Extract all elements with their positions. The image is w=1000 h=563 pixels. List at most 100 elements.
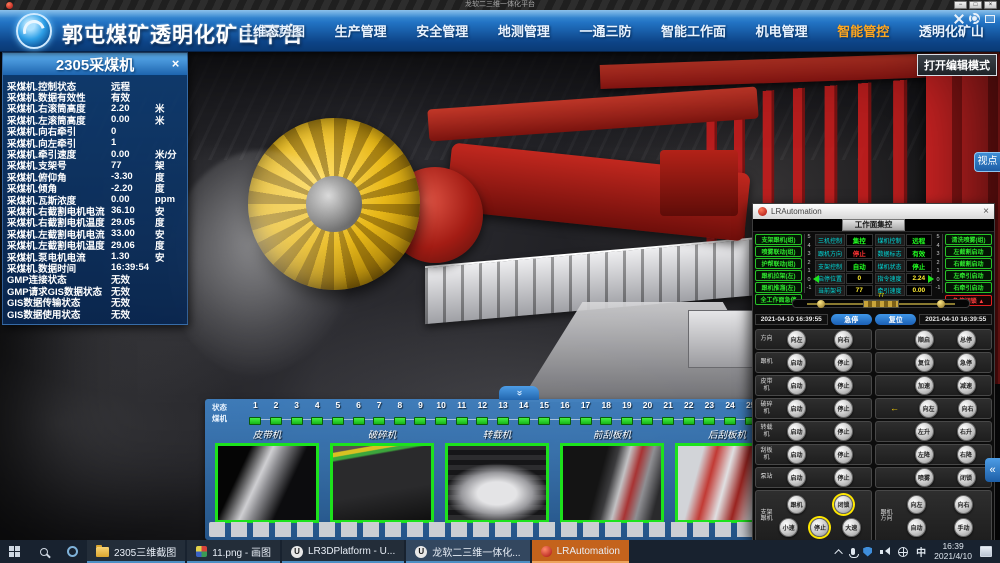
round-button[interactable]: 右升 bbox=[957, 422, 976, 441]
support-indicator[interactable]: 24 bbox=[720, 400, 741, 426]
taskbar-item-folder[interactable]: 2305三维截图 bbox=[87, 540, 185, 563]
round-button[interactable]: 停止 bbox=[834, 445, 853, 464]
taskbar-item-paint[interactable]: 11.png - 画图 bbox=[187, 540, 280, 563]
round-button[interactable]: 停止 bbox=[834, 468, 853, 487]
command-button[interactable]: 跟机拉架(左) bbox=[755, 270, 802, 281]
support-indicator[interactable]: 23 bbox=[699, 400, 720, 426]
menu-item[interactable]: 安全管理 bbox=[416, 21, 468, 40]
panel-close-icon[interactable]: × bbox=[168, 56, 183, 72]
support-indicator[interactable]: 18 bbox=[596, 400, 617, 426]
round-button[interactable]: 停止 bbox=[834, 422, 853, 441]
support-indicator[interactable]: 8 bbox=[389, 400, 410, 426]
restore-window-icon[interactable] bbox=[985, 15, 995, 23]
support-indicator[interactable]: 13 bbox=[493, 400, 514, 426]
ime-indicator[interactable]: 中 bbox=[916, 544, 926, 559]
support-indicator[interactable]: 1 bbox=[245, 400, 266, 426]
tray-expand-icon[interactable] bbox=[835, 549, 843, 557]
round-button-selected[interactable]: 闭锁 bbox=[834, 495, 853, 514]
command-button[interactable]: 清洗喷雾(组) bbox=[945, 234, 992, 245]
menu-item[interactable]: 智能管控 bbox=[837, 21, 889, 40]
menu-item[interactable]: 一通三防 bbox=[579, 21, 631, 40]
camera-image[interactable] bbox=[330, 443, 434, 523]
support-indicator[interactable]: 17 bbox=[575, 400, 596, 426]
network-globe-icon[interactable] bbox=[898, 547, 908, 557]
frame-filmstrip[interactable] bbox=[209, 522, 761, 537]
search-button[interactable] bbox=[29, 540, 58, 563]
support-indicator[interactable]: 19 bbox=[617, 400, 638, 426]
open-edit-mode-button[interactable]: 打开编辑模式 bbox=[917, 54, 997, 76]
menu-item[interactable]: 智能工作面 bbox=[661, 21, 726, 40]
round-button[interactable]: 启动 bbox=[787, 353, 806, 372]
command-button[interactable]: 护帮联动(组) bbox=[755, 258, 802, 269]
round-button[interactable]: 减速 bbox=[957, 376, 976, 395]
camera-feed[interactable]: 前刮板机 bbox=[560, 428, 664, 529]
round-button[interactable]: 向左 bbox=[787, 330, 806, 349]
round-button[interactable]: 向右 bbox=[954, 495, 973, 514]
round-button[interactable]: 小速 bbox=[779, 518, 798, 537]
command-button[interactable]: 喷雾联动(组) bbox=[755, 246, 802, 257]
round-button[interactable]: 跟机 bbox=[787, 495, 806, 514]
maximize-button[interactable]: □ bbox=[969, 1, 982, 9]
support-indicator[interactable]: 11 bbox=[451, 400, 472, 426]
round-button[interactable]: 启动 bbox=[787, 399, 806, 418]
cortana-button[interactable] bbox=[58, 540, 87, 563]
workface-control-tab[interactable]: 工作面集控 bbox=[842, 219, 906, 231]
round-button[interactable]: 向左 bbox=[907, 495, 926, 514]
round-button[interactable]: 加速 bbox=[915, 376, 934, 395]
menu-item[interactable]: 地测管理 bbox=[498, 21, 550, 40]
security-shield-icon[interactable] bbox=[863, 547, 872, 557]
gear-icon[interactable] bbox=[969, 13, 980, 24]
round-button[interactable]: 向左 bbox=[919, 399, 938, 418]
estop-pill-button[interactable]: 急停 bbox=[831, 314, 872, 325]
camera-image[interactable] bbox=[215, 443, 319, 523]
command-button[interactable]: 支架跟机(组) bbox=[755, 234, 802, 245]
round-button[interactable]: 停止 bbox=[834, 399, 853, 418]
round-button[interactable]: 大速 bbox=[842, 518, 861, 537]
round-button[interactable]: 闭锁 bbox=[957, 468, 976, 487]
round-button[interactable]: 自动 bbox=[907, 518, 926, 537]
round-button[interactable]: 启动 bbox=[787, 422, 806, 441]
taskbar-item-lr3dplatform[interactable]: U LR3DPlatform - U... bbox=[282, 540, 404, 563]
command-button[interactable]: 左截割启动 bbox=[945, 246, 992, 257]
support-indicator[interactable]: 5 bbox=[328, 400, 349, 426]
round-button[interactable]: 喷雾 bbox=[915, 468, 934, 487]
tools-icon[interactable] bbox=[954, 14, 964, 24]
taskbar-item-lrautomation[interactable]: LRAutomation bbox=[532, 540, 629, 563]
command-button[interactable]: 跟机推溜(左) bbox=[755, 282, 802, 293]
support-indicator[interactable]: 3 bbox=[286, 400, 307, 426]
support-indicator[interactable]: 12 bbox=[472, 400, 493, 426]
support-indicator[interactable]: 6 bbox=[348, 400, 369, 426]
command-button[interactable]: 左牵引启动 bbox=[945, 270, 992, 281]
round-button[interactable]: 启动 bbox=[787, 445, 806, 464]
support-indicator[interactable]: 10 bbox=[431, 400, 452, 426]
camera-feed[interactable]: 皮带机 bbox=[215, 428, 319, 529]
collapse-right-panel-button[interactable]: « bbox=[985, 458, 1000, 482]
support-indicator[interactable]: 14 bbox=[513, 400, 534, 426]
support-indicator[interactable]: 4 bbox=[307, 400, 328, 426]
support-indicator[interactable]: 22 bbox=[678, 400, 699, 426]
round-button-selected[interactable]: 停止 bbox=[810, 518, 829, 537]
support-indicator[interactable]: 15 bbox=[534, 400, 555, 426]
gauge-track[interactable]: 77 bbox=[792, 299, 971, 308]
camera-image[interactable] bbox=[445, 443, 549, 523]
support-indicator[interactable]: 9 bbox=[410, 400, 431, 426]
round-button[interactable]: 手动 bbox=[954, 518, 973, 537]
viewpoint-tab[interactable]: 视点 bbox=[974, 152, 1000, 172]
round-button[interactable]: 急停 bbox=[957, 353, 976, 372]
support-indicator[interactable]: 7 bbox=[369, 400, 390, 426]
round-button[interactable]: 总停 bbox=[957, 330, 976, 349]
round-button[interactable]: 右降 bbox=[957, 445, 976, 464]
support-indicator[interactable]: 2 bbox=[266, 400, 287, 426]
command-button[interactable]: 右牵引启动 bbox=[945, 282, 992, 293]
menu-item[interactable]: 机电管理 bbox=[756, 21, 808, 40]
camera-image[interactable] bbox=[560, 443, 664, 523]
camera-feed[interactable]: 破碎机 bbox=[330, 428, 434, 529]
close-button[interactable]: × bbox=[984, 1, 997, 9]
round-button[interactable]: 停止 bbox=[834, 353, 853, 372]
support-indicator[interactable]: 20 bbox=[637, 400, 658, 426]
support-indicator[interactable]: 16 bbox=[555, 400, 576, 426]
camera-feed[interactable]: 转载机 bbox=[445, 428, 549, 529]
reset-pill-button[interactable]: 复位 bbox=[875, 314, 916, 325]
menu-item[interactable]: 三维态势图 bbox=[240, 21, 305, 40]
round-button[interactable]: 向右 bbox=[958, 399, 977, 418]
